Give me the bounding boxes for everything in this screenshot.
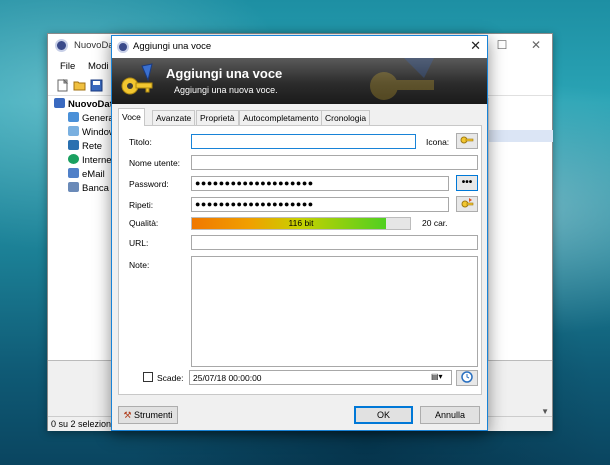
status-text: 0 su 2 seleziona [51,419,117,429]
quality-bits: 116 bit [288,218,314,228]
tools-button[interactable]: ⚒ Strumenti [118,406,178,424]
tab-autocompletamento[interactable]: Autocompletamento [239,110,323,125]
save-icon[interactable] [90,79,103,92]
title-input[interactable] [191,134,416,149]
tab-proprieta[interactable]: Proprietà [196,110,239,125]
keepass-dialog-icon [117,41,129,53]
banner-title: Aggiungi una voce [166,66,283,81]
ok-button[interactable]: OK [354,406,413,424]
network-icon [68,140,79,150]
password-generator-icon [461,198,474,208]
new-file-icon[interactable] [56,79,69,92]
tab-cronologia[interactable]: Cronologia [321,110,371,125]
password-input[interactable]: ●●●●●●●●●●●●●●●●●●●● [191,176,449,191]
dialog-close-icon[interactable]: ✕ [470,39,481,53]
username-label: Nome utente: [129,158,181,168]
tree-item-generale[interactable]: Genera [68,112,114,125]
expires-date-input[interactable]: 25/07/18 00:00:00 ▤▾ [189,370,452,385]
email-icon [68,168,79,178]
key-icon [460,136,474,144]
url-label: URL: [129,238,149,248]
generate-password-button[interactable] [456,196,478,212]
title-label: Titolo: [129,137,152,147]
group-tree: NuovoDat Genera Window Rete Interne eMai… [50,98,117,360]
calendar-dropdown-icon[interactable]: ▤▾ [431,372,449,383]
username-input[interactable] [191,155,478,170]
tree-item-root[interactable]: NuovoDat [54,98,113,111]
show-password-button[interactable]: ••• [456,175,478,191]
expires-checkbox[interactable] [143,372,153,382]
selected-entry-row[interactable] [489,130,553,142]
tree-item-banca[interactable]: Banca e [68,182,117,195]
dialog-titlebar: Aggiungi una voce ✕ [112,36,487,58]
notes-label: Note: [129,260,150,270]
tree-item-email[interactable]: eMail [68,168,105,181]
quality-bar: 116 bit [191,217,411,230]
dialog-banner: Aggiungi una voce Aggiungi una nuova voc… [112,58,487,104]
globe-icon [68,154,79,164]
password-label: Password: [129,179,169,189]
icon-label: Icona: [426,137,450,147]
quality-chars: 20 car. [422,218,448,228]
expiry-presets-button[interactable] [456,370,478,386]
add-entry-dialog: Aggiungi una voce ✕ Aggiungi una voce Ag… [111,35,488,431]
tab-voce[interactable]: Voce [118,108,145,126]
tab-pane-voce: Titolo: Icona: Nome utente: Password: ●●… [118,125,482,395]
icon-picker-button[interactable] [456,133,478,149]
tree-item-internet[interactable]: Interne [68,154,112,167]
banner-subtitle: Aggiungi una nuova voce. [174,85,278,95]
bank-icon [68,182,79,192]
tools-icon: ⚒ [123,410,132,420]
quality-label: Qualità: [129,218,159,228]
url-input[interactable] [191,235,478,250]
close-icon[interactable]: ✕ [529,38,543,52]
main-window-title: NuovoDat [74,40,117,51]
banner-watermark-icon [370,58,434,100]
notes-textarea[interactable] [191,256,478,367]
tab-avanzate[interactable]: Avanzate [152,110,196,125]
maximize-icon[interactable]: ☐ [495,38,509,52]
dialog-title: Aggiungi una voce [133,41,212,52]
tree-item-rete[interactable]: Rete [68,140,102,153]
windows-icon [68,126,79,136]
expires-date-value: 25/07/18 00:00:00 [193,373,262,383]
cancel-button[interactable]: Annulla [420,406,480,424]
database-icon [54,98,65,108]
expires-label: Scade: [157,373,184,383]
entry-list[interactable] [488,98,553,360]
repeat-password-input[interactable]: ●●●●●●●●●●●●●●●●●●●● [191,197,449,212]
folder-icon [68,112,79,122]
clock-icon [461,371,473,383]
scroll-down-icon[interactable]: ▼ [541,407,549,416]
menu-file[interactable]: File [60,61,75,72]
keepass-app-icon [55,39,68,52]
menu-modifica[interactable]: Modi [88,61,109,72]
open-folder-icon[interactable] [73,79,86,92]
add-key-icon [121,63,153,95]
tree-item-windows[interactable]: Window [68,126,116,139]
repeat-label: Ripeti: [129,200,154,210]
